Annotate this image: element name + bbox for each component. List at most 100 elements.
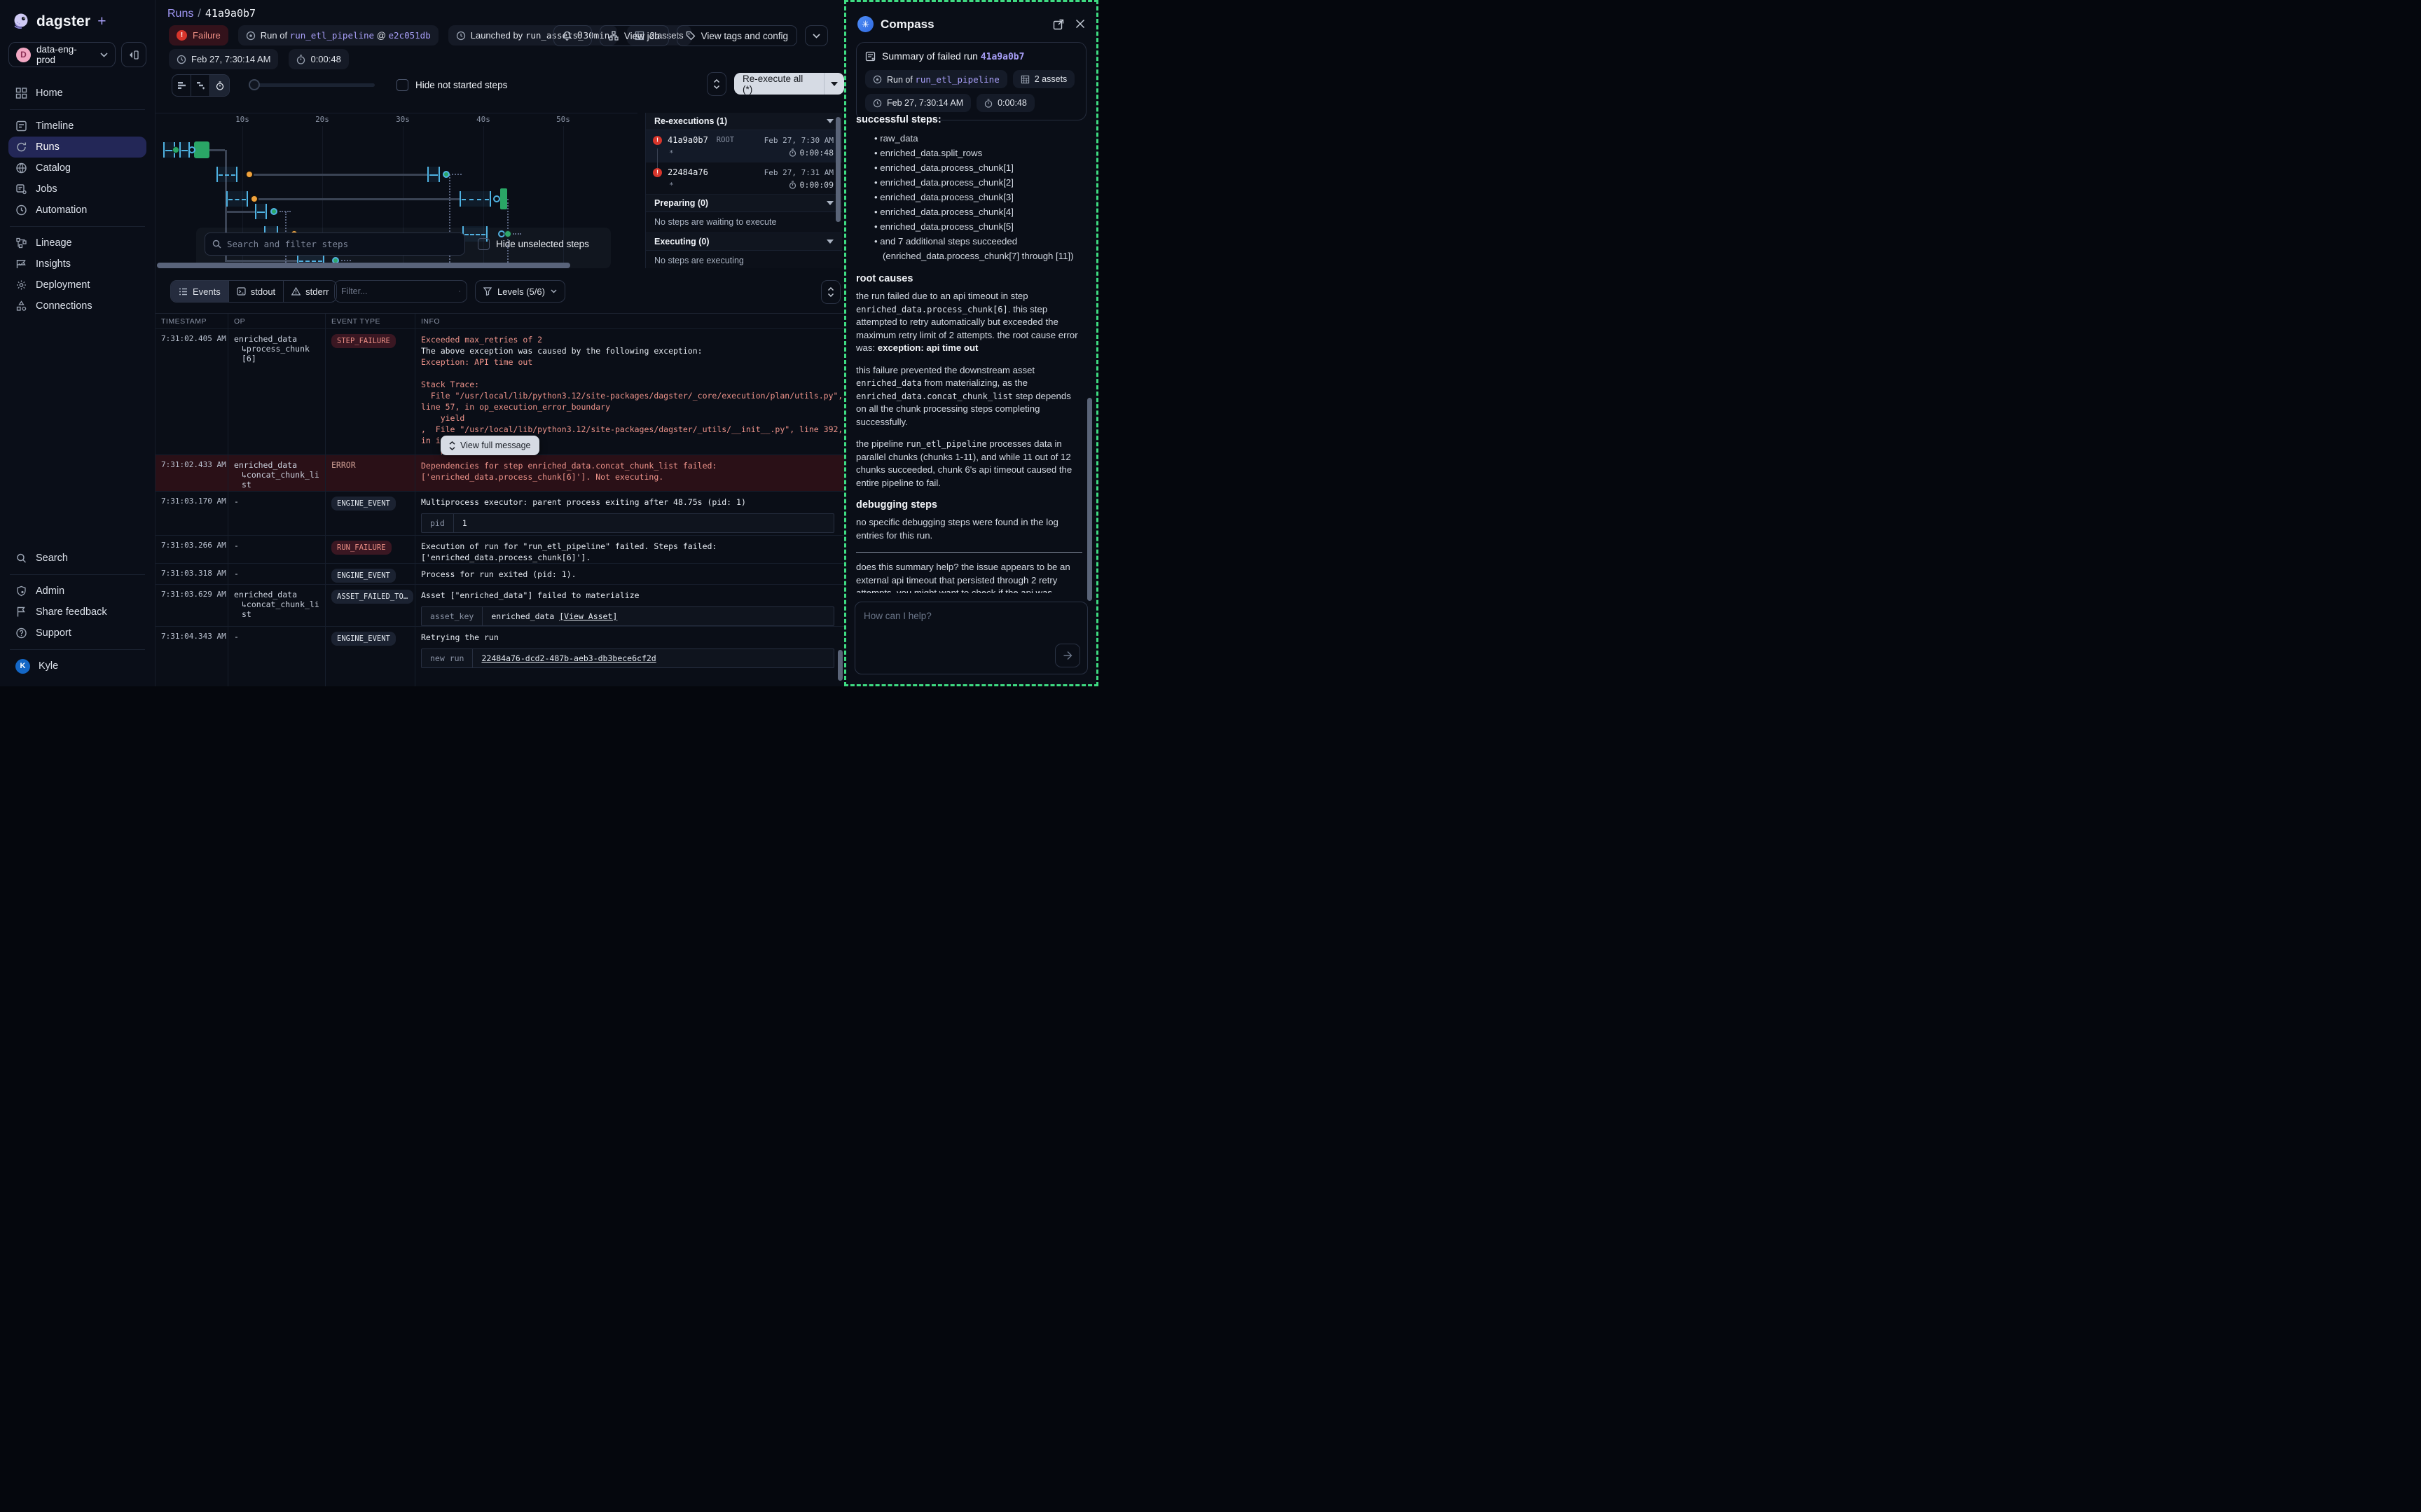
clear-filter-icon[interactable] (459, 286, 460, 296)
sidebar-item-deployment[interactable]: Deployment (8, 275, 146, 296)
run-summary-card[interactable]: Summary of failed run 41a9a0b7 Run of ru… (856, 42, 1087, 120)
alerts-count: 0 (577, 30, 583, 41)
event-op-sub[interactable]: ↳concat_chunk_list (234, 470, 319, 490)
sidebar-item-connections[interactable]: Connections (8, 296, 146, 317)
zoom-slider[interactable] (250, 83, 375, 87)
event-op[interactable]: enriched_data (234, 334, 297, 344)
view-asset-link[interactable]: [View Asset] (559, 611, 617, 621)
gantt-box[interactable] (460, 191, 491, 207)
event-op-sub[interactable]: ↳process_chunk[6] (234, 344, 319, 363)
open-external-icon[interactable] (1053, 19, 1064, 30)
run-of-chip[interactable]: Run of run_etl_pipeline @ e2c051db (238, 25, 439, 46)
event-op[interactable]: enriched_data (234, 460, 297, 470)
re-execute-all-button[interactable]: Re-execute all (*) (734, 73, 844, 95)
duration-label: 0:00:48 (998, 98, 1027, 108)
view-full-message-button[interactable]: View full message (441, 436, 539, 455)
reexec-run-row[interactable]: ! 41a9a0b7 ROOT Feb 27, 7:30 AM * 0:00:4… (646, 130, 842, 162)
sidebar-item-insights[interactable]: Insights (8, 254, 146, 275)
sidebar-item-admin[interactable]: Admin (8, 581, 146, 602)
sidebar-item-support[interactable]: Support (8, 623, 146, 644)
gantt-box[interactable] (216, 167, 237, 182)
column-header-timestamp: TIMESTAMP (156, 314, 228, 328)
close-icon[interactable] (1075, 19, 1085, 29)
sidebar-item-runs[interactable]: Runs (8, 137, 146, 158)
send-button[interactable] (1055, 644, 1080, 667)
dagster-octopus-icon (13, 13, 31, 31)
table-row[interactable]: 7:31:03.266 AM - RUN_FAILURE Execution o… (156, 536, 844, 564)
more-actions-button[interactable] (805, 25, 828, 46)
compass-scrollbar[interactable] (1087, 398, 1092, 601)
start-time-chip: Feb 27, 7:30:14 AM (865, 94, 971, 112)
view-tags-config-button[interactable]: View tags and config (677, 25, 797, 46)
gantt-greenbar[interactable] (500, 188, 507, 209)
duration-chip: 0:00:48 (289, 49, 348, 69)
re-execute-dropdown[interactable] (825, 82, 844, 86)
hide-not-started-checkbox[interactable] (396, 79, 408, 91)
hide-unselected-checkbox[interactable] (478, 238, 490, 250)
gantt-green[interactable] (194, 141, 209, 158)
sidebar-item-share-feedback[interactable]: Share feedback (8, 602, 146, 623)
events-scrollbar[interactable] (838, 650, 843, 681)
deployment-select[interactable]: D data-eng-prod (8, 42, 116, 67)
sidebar-collapse-button[interactable] (121, 42, 146, 67)
chat-input[interactable] (864, 611, 1079, 650)
sidebar-item-jobs[interactable]: Jobs (8, 179, 146, 200)
table-row[interactable]: 7:31:04.343 AM - ENGINE_EVENT Retrying t… (156, 627, 844, 686)
event-op-sub[interactable]: ↳concat_chunk_list (234, 599, 319, 619)
reexec-scrollbar[interactable] (836, 117, 841, 222)
warning-triangle-icon (291, 287, 301, 296)
sidebar-item-home[interactable]: Home (8, 83, 146, 104)
run-id-link[interactable]: 22484a76 (668, 167, 708, 177)
log-filter-input[interactable] (341, 286, 454, 296)
reexecutions-header[interactable]: Re-executions (1) (646, 113, 842, 130)
metadata-table: new run 22484a76-dcd2-487b-aeb3-db3bece6… (421, 649, 834, 668)
step-search-input[interactable] (227, 239, 457, 249)
log-sort-button[interactable] (821, 280, 841, 304)
sidebar-item-catalog[interactable]: Catalog (8, 158, 146, 179)
log-filter-box[interactable] (334, 280, 467, 303)
user-menu[interactable]: K Kyle (8, 656, 146, 677)
tab-events[interactable]: Events (171, 281, 229, 302)
alerts-button[interactable]: 0 (553, 25, 592, 46)
brand-name: dagster (36, 13, 90, 30)
sidebar-item-automation[interactable]: Automation (8, 200, 146, 221)
flat-view-button[interactable] (172, 75, 191, 96)
gantt-box[interactable] (427, 167, 440, 182)
zoom-slider-handle[interactable] (249, 79, 260, 90)
insights-chart-icon (15, 258, 27, 270)
preparing-header[interactable]: Preparing (0) (646, 195, 842, 212)
reexec-run-row[interactable]: ! 22484a76 Feb 27, 7:31 AM * 0:00:09 (646, 162, 842, 195)
waterfall-view-button[interactable] (191, 75, 210, 96)
gantt-horizontal-scrollbar[interactable] (157, 263, 636, 268)
gantt-ring (188, 146, 195, 153)
event-type-badge: ASSET_FAILED_TO… (331, 590, 413, 604)
hide-not-started-control[interactable]: Hide not started steps (396, 79, 507, 91)
breadcrumb-runs-link[interactable]: Runs (167, 8, 193, 20)
event-op[interactable]: enriched_data (234, 590, 297, 599)
event-timestamp: 7:31:02.433 AM (156, 455, 228, 491)
chat-input-box[interactable] (855, 602, 1088, 674)
run-id-link[interactable]: 41a9a0b7 (668, 135, 708, 145)
hide-unselected-control[interactable]: Hide unselected steps (478, 238, 589, 250)
view-job-button[interactable]: View job (600, 25, 669, 46)
executing-header[interactable]: Executing (0) (646, 233, 842, 251)
levels-filter-button[interactable]: Levels (5/6) (475, 280, 565, 303)
tab-stdout[interactable]: stdout (229, 281, 284, 302)
sidebar-item-lineage[interactable]: Lineage (8, 233, 146, 254)
sidebar-item-search[interactable]: Search (8, 548, 146, 569)
table-row[interactable]: 7:31:03.629 AM enriched_data↳concat_chun… (156, 585, 844, 627)
flat-list-icon (177, 81, 186, 90)
gantt-box[interactable] (255, 204, 267, 219)
timed-view-button[interactable] (210, 75, 229, 96)
table-row[interactable]: 7:31:02.433 AM enriched_data↳concat_chun… (156, 455, 844, 492)
gantt-box[interactable] (226, 191, 248, 207)
sidebar-item-timeline[interactable]: Timeline (8, 116, 146, 137)
step-search-box[interactable] (205, 233, 465, 256)
tab-stderr[interactable]: stderr (284, 281, 336, 302)
scrollbar-thumb[interactable] (157, 263, 570, 268)
table-row[interactable]: 7:31:03.318 AM - ENGINE_EVENT Process fo… (156, 564, 844, 585)
gantt-sort-button[interactable] (707, 72, 726, 96)
new-run-link[interactable]: 22484a76-dcd2-487b-aeb3-db3bece6cf2d (481, 653, 656, 663)
table-row[interactable]: 7:31:03.170 AM - ENGINE_EVENT Multiproce… (156, 492, 844, 536)
event-timestamp: 7:31:04.343 AM (156, 627, 228, 686)
